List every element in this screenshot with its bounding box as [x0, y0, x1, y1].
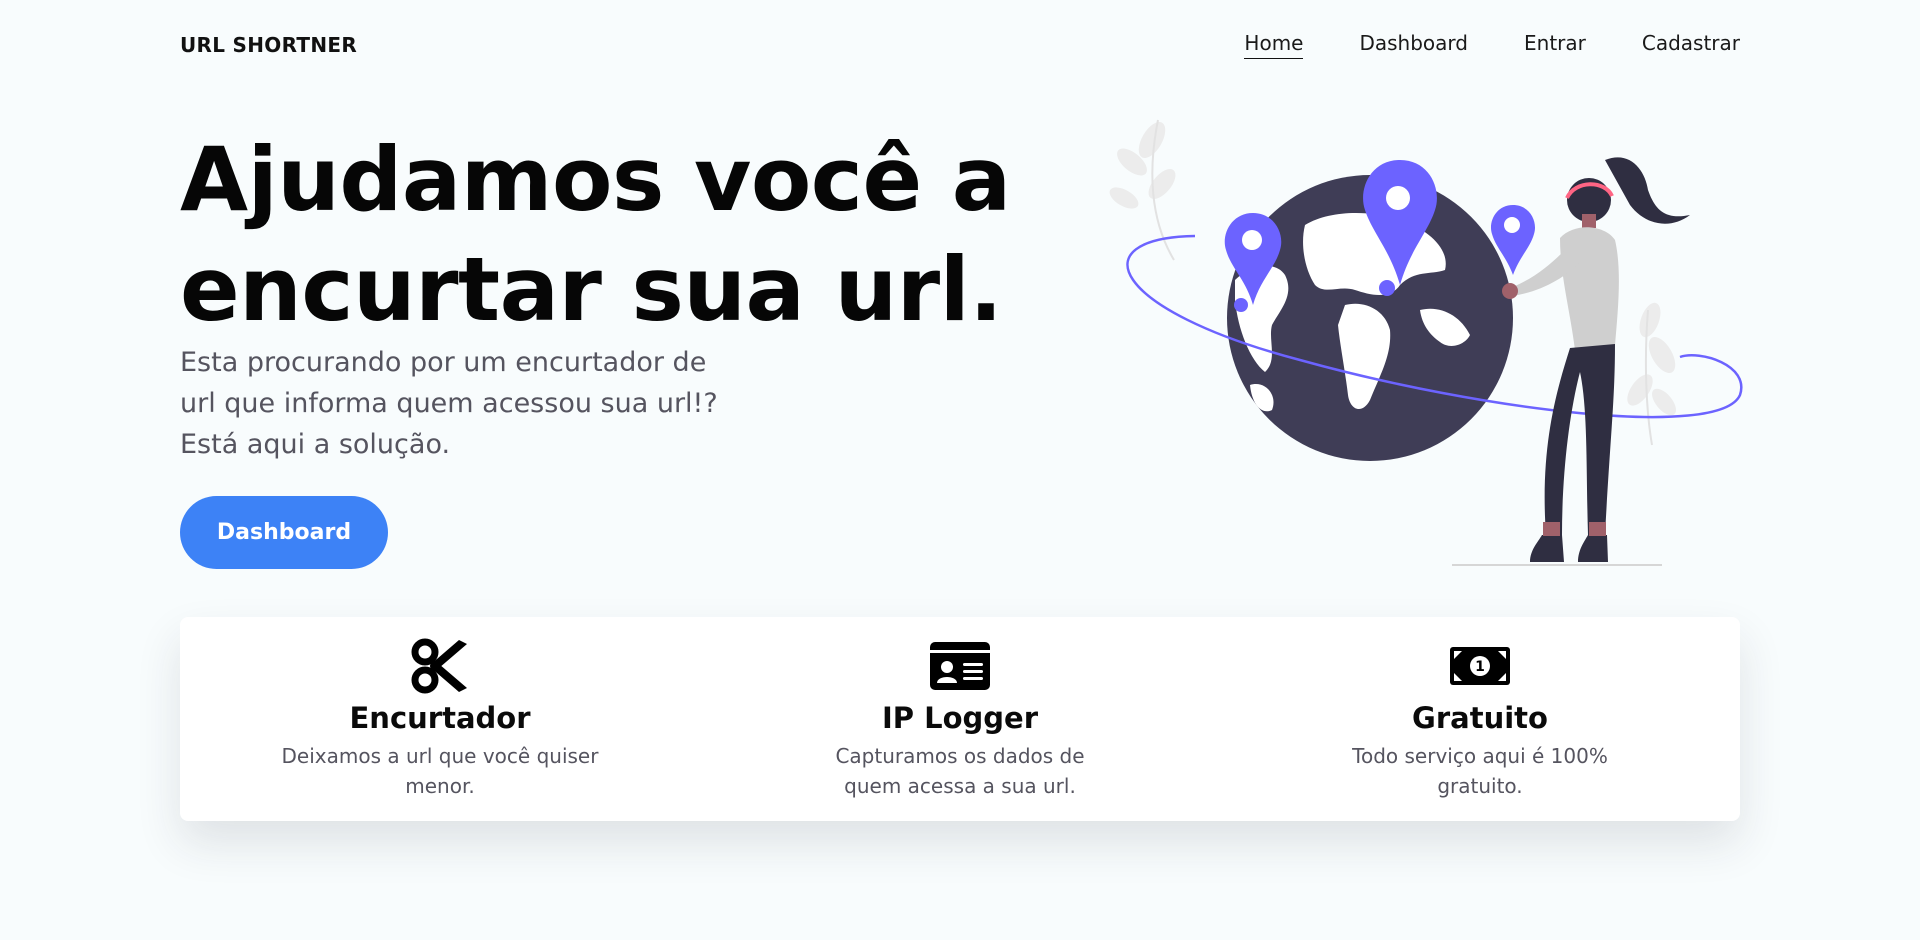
nav-link-dashboard[interactable]: Dashboard — [1359, 31, 1468, 59]
feature-desc-line: quem acessa a sua url. — [844, 774, 1076, 798]
features-card: Encurtador Deixamos a url que você quise… — [180, 617, 1740, 821]
feature-title: Gratuito — [1412, 701, 1548, 735]
feature-description: Capturamos os dados de quem acessa a sua… — [795, 741, 1125, 801]
svg-text:1: 1 — [1475, 659, 1485, 675]
money-bill-icon: 1 — [1448, 639, 1512, 693]
hero-title-line: encurtar sua url. — [180, 238, 1003, 341]
dashboard-button[interactable]: Dashboard — [180, 496, 388, 569]
feature-description: Deixamos a url que você quiser menor. — [275, 741, 605, 801]
feature-title: IP Logger — [881, 701, 1039, 735]
feature-desc-line: menor. — [405, 774, 475, 798]
nav-link-home[interactable]: Home — [1244, 31, 1304, 59]
feature-gratuito: 1 Gratuito Todo serviço aqui é 100% grat… — [1220, 617, 1740, 821]
scissors-icon — [408, 638, 472, 694]
hero-subtitle-line: Está aqui a solução. — [180, 429, 451, 460]
hero-illustration — [1109, 119, 1743, 566]
nav-link-cadastrar[interactable]: Cadastrar — [1642, 31, 1740, 59]
nav-links: Home Dashboard Entrar Cadastrar — [1244, 31, 1740, 59]
feature-desc-line: Capturamos os dados de — [835, 744, 1085, 768]
navbar: URL SHORTNER Home Dashboard Entrar Cadas… — [180, 28, 1740, 62]
feature-desc-line: gratuito. — [1437, 774, 1523, 798]
feature-desc-line: Deixamos a url que você quiser — [281, 744, 599, 768]
brand-logo[interactable]: URL SHORTNER — [180, 33, 357, 57]
feature-encurtador: Encurtador Deixamos a url que você quise… — [180, 617, 700, 821]
hero-subtitle: Esta procurando por um encurtador de url… — [180, 342, 740, 465]
feature-description: Todo serviço aqui é 100% gratuito. — [1315, 741, 1645, 801]
leaf-decoration-right — [1627, 302, 1676, 446]
feature-desc-line: Todo serviço aqui é 100% — [1352, 744, 1608, 768]
hero-title-line: Ajudamos você a — [180, 128, 1011, 231]
hero-title: Ajudamos você a encurtar sua url. — [180, 125, 1040, 345]
hero-subtitle-line: Esta procurando por um encurtador de — [180, 347, 707, 378]
hero-subtitle-line: url que informa quem acessou sua url!? — [180, 388, 718, 419]
nav-link-entrar[interactable]: Entrar — [1524, 31, 1586, 59]
feature-ip-logger: IP Logger Capturamos os dados de quem ac… — [700, 617, 1220, 821]
feature-title: Encurtador — [349, 701, 531, 735]
id-card-icon — [928, 639, 992, 693]
